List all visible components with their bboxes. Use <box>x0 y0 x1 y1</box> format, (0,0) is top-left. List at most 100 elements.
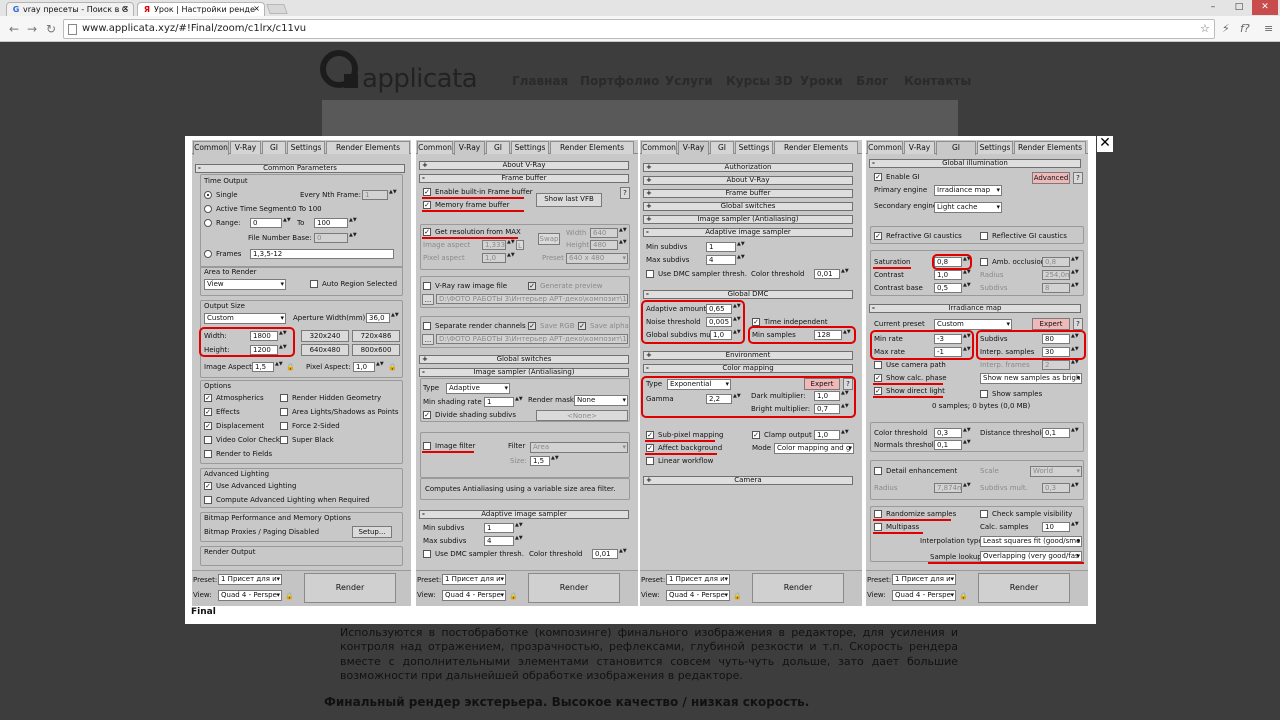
contrast-base-field[interactable]: 0,5 <box>934 283 962 293</box>
rollout-global-dmc[interactable]: - Global DMC <box>643 290 853 299</box>
tab-vray[interactable]: V-Ray <box>454 141 485 155</box>
spinner-icon[interactable]: ▲▼ <box>619 549 627 559</box>
atmospherics-checkbox[interactable]: ✓ <box>204 394 212 402</box>
spinner-icon[interactable]: ▲▼ <box>349 233 357 243</box>
spinner-icon[interactable]: ▲▼ <box>389 190 397 200</box>
primary-engine-dropdown[interactable]: Irradiance map <box>934 185 1002 196</box>
vfb-preset-dropdown[interactable]: 640 x 480 <box>566 253 628 264</box>
file-number-base-field[interactable]: 0 <box>314 233 348 243</box>
min-subdivs-field[interactable]: 1 <box>484 523 514 533</box>
spinner-icon[interactable]: ▲▼ <box>841 269 849 279</box>
pixel-aspect-field[interactable]: 1,0 <box>353 362 375 372</box>
rollout-frame-buffer[interactable]: - Frame buffer <box>419 174 629 183</box>
render-button[interactable]: Render <box>752 573 844 603</box>
rollout-authorization[interactable]: + Authorization <box>643 163 853 172</box>
tab-settings[interactable]: Settings <box>287 141 325 154</box>
size-720x486-button[interactable]: 720x486 <box>352 330 400 342</box>
tab-vray[interactable]: V-Ray <box>904 141 935 154</box>
rollout-environment[interactable]: + Environment <box>643 351 853 360</box>
size-800x600-button[interactable]: 800x600 <box>352 344 400 356</box>
nav-portfolio[interactable]: Портфолио <box>580 74 659 88</box>
preset-dropdown[interactable]: 1 Присет для и <box>442 574 506 585</box>
vfb-height-field[interactable]: 480 <box>590 240 618 250</box>
tab-common[interactable]: Common <box>417 141 453 154</box>
minimize-button[interactable]: – <box>1200 0 1226 15</box>
image-aspect-field[interactable]: 1,5 <box>252 362 274 372</box>
active-segment-radio[interactable] <box>204 205 212 213</box>
spinner-icon[interactable]: ▲▼ <box>1071 257 1079 267</box>
contrast-field[interactable]: 1,0 <box>934 270 962 280</box>
nav-lessons[interactable]: Уроки <box>800 74 843 88</box>
randomize-samples-checkbox[interactable] <box>874 510 882 518</box>
applicata-logo-icon[interactable] <box>320 50 360 92</box>
lock-aspect-button[interactable]: L <box>516 240 524 250</box>
save-rgb-checkbox[interactable]: ✓ <box>528 322 536 330</box>
rollout-global-illumination[interactable]: - Global illumination <box>869 159 1081 168</box>
spinner-icon[interactable]: ▲▼ <box>391 313 399 323</box>
spinner-icon[interactable]: ▲▼ <box>551 456 559 466</box>
render-button[interactable]: Render <box>304 573 396 603</box>
size-320x240-button[interactable]: 320x240 <box>301 330 349 342</box>
tab-render-elements[interactable]: Render Elements <box>550 141 634 154</box>
view-dropdown[interactable]: Quad 4 - Perspe <box>666 590 730 601</box>
spinner-icon[interactable]: ▲▼ <box>963 428 971 438</box>
forward-arrow-icon[interactable]: → <box>24 20 40 38</box>
linear-workflow-checkbox[interactable] <box>646 457 654 465</box>
clamp-output-field[interactable]: 1,0 <box>814 430 840 440</box>
min-shading-field[interactable]: 1 <box>484 397 514 407</box>
spinner-icon[interactable]: ▲▼ <box>963 270 971 280</box>
rollout-frame-buffer[interactable]: + Frame buffer <box>643 189 853 198</box>
show-new-samples-dropdown[interactable]: Show new samples as brigh <box>980 373 1082 384</box>
advanced-button[interactable]: Advanced <box>1032 172 1070 184</box>
rollout-color-mapping[interactable]: - Color mapping <box>643 364 853 373</box>
enable-frame-buffer-checkbox[interactable]: ✓ <box>423 188 431 196</box>
effects-checkbox[interactable]: ✓ <box>204 408 212 416</box>
spinner-icon[interactable]: ▲▼ <box>1071 483 1079 493</box>
nav-services[interactable]: Услуги <box>665 74 713 88</box>
vfb-pixel-aspect-field[interactable]: 1,0 <box>482 253 506 263</box>
tab-vray[interactable]: V-Ray <box>678 141 709 155</box>
nav-courses[interactable]: Курсы 3D <box>726 74 793 88</box>
every-nth-field[interactable]: 1 <box>362 190 388 200</box>
browse-button[interactable]: ... <box>422 334 434 345</box>
amb-occlusion-field[interactable]: 0,8 <box>1042 257 1070 267</box>
frames-radio[interactable] <box>204 250 212 258</box>
memory-frame-buffer-checkbox[interactable]: ✓ <box>423 201 431 209</box>
rollout-image-sampler[interactable]: + Image sampler (Antialiasing) <box>643 215 853 224</box>
spinner-icon[interactable]: ▲▼ <box>963 440 971 450</box>
spinner-icon[interactable]: ▲▼ <box>507 240 515 250</box>
help-button[interactable]: ? <box>1073 318 1083 330</box>
max-subdivs-field[interactable]: 4 <box>484 536 514 546</box>
scale-dropdown[interactable]: World <box>1030 466 1082 477</box>
spinner-icon[interactable]: ▲▼ <box>1071 428 1079 438</box>
secondary-engine-dropdown[interactable]: Light cache <box>934 202 1002 213</box>
check-sample-visibility-checkbox[interactable] <box>980 510 988 518</box>
size-640x480-button[interactable]: 640x480 <box>301 344 349 356</box>
clamp-output-checkbox[interactable]: ✓ <box>752 431 760 439</box>
spinner-icon[interactable]: ▲▼ <box>1071 283 1079 293</box>
back-arrow-icon[interactable]: ← <box>6 20 22 38</box>
preset-dropdown[interactable]: 1 Присет для и <box>218 574 282 585</box>
range-to-field[interactable]: 100 <box>314 218 348 228</box>
ao-subdivs-field[interactable]: 8 <box>1042 283 1070 293</box>
use-advanced-lighting-checkbox[interactable]: ✓ <box>204 482 212 490</box>
separate-path-field[interactable]: D:\ФОТО РАБОТЫ 3\Интерьер АРТ-деко\компо… <box>436 334 628 344</box>
compute-advanced-checkbox[interactable] <box>204 496 212 504</box>
close-tab-icon[interactable]: × <box>122 4 129 13</box>
tab-common[interactable]: Common <box>867 141 903 154</box>
max-subdivs-field[interactable]: 4 <box>706 255 736 265</box>
rollout-camera[interactable]: + Camera <box>643 476 853 485</box>
spinner-icon[interactable]: ▲▼ <box>515 523 523 533</box>
sampler-type-dropdown[interactable]: Adaptive <box>446 383 510 394</box>
vfb-image-aspect-field[interactable]: 1,333 <box>482 240 506 250</box>
area-lights-checkbox[interactable] <box>280 408 288 416</box>
reload-icon[interactable]: ↻ <box>43 20 59 38</box>
menu-icon[interactable]: ≡ <box>1264 21 1273 37</box>
bookmark-star-icon[interactable]: ☆ <box>1200 21 1210 37</box>
sub-pixel-mapping-checkbox[interactable]: ✓ <box>646 431 654 439</box>
close-window-button[interactable]: ✕ <box>1252 0 1278 15</box>
image-filter-checkbox[interactable] <box>423 442 431 450</box>
lock-view-icon[interactable]: 🔒 <box>733 592 742 600</box>
spinner-icon[interactable]: ▲▼ <box>275 362 283 372</box>
view-dropdown[interactable]: Quad 4 - Perspe <box>442 590 506 601</box>
